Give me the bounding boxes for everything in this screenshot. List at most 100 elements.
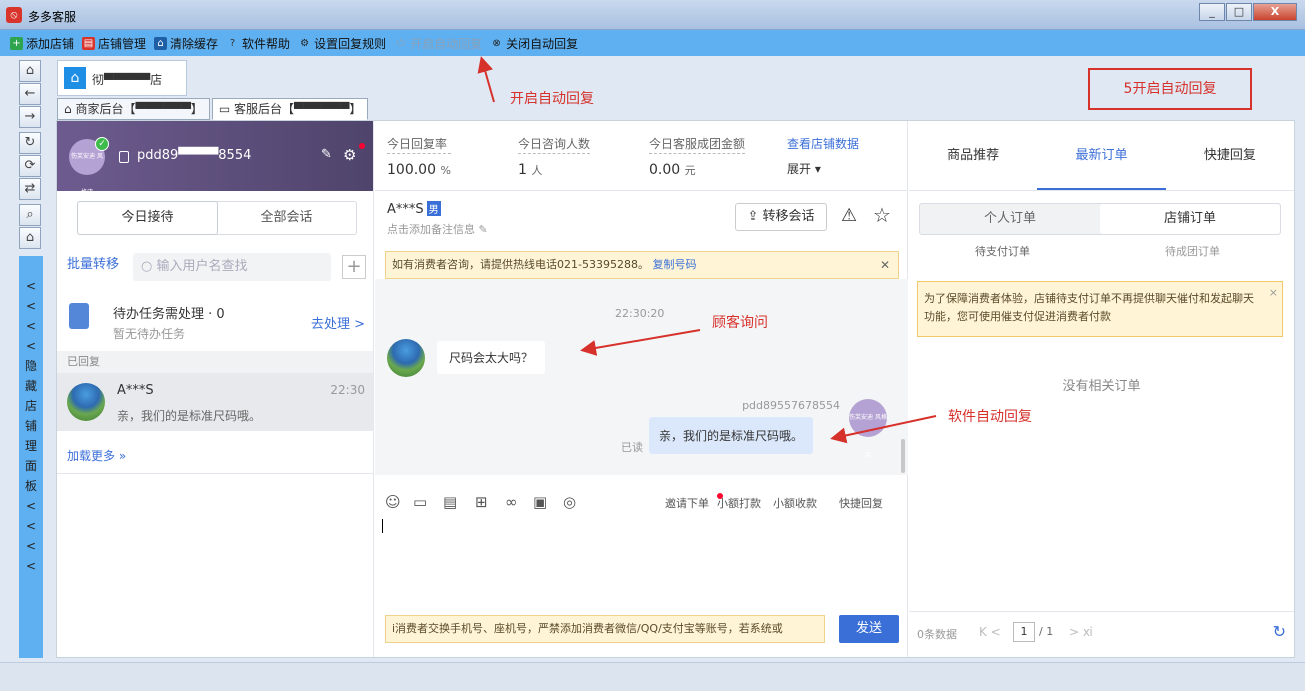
coupon-icon[interactable]: ⊞ xyxy=(475,493,488,511)
back-icon[interactable]: ← xyxy=(19,83,41,105)
sender-name: pdd89557678554 xyxy=(742,399,840,412)
tab-store-orders[interactable]: 店铺订单 xyxy=(1100,204,1280,234)
scrollbar[interactable] xyxy=(901,439,905,473)
tab-merchant-backend[interactable]: ⌂ 商家后台【▀▀▀▀▀▀】 xyxy=(57,98,210,120)
tab-all-sessions[interactable]: 全部会话 xyxy=(217,202,356,234)
pending-group-filter[interactable]: 待成团订单 xyxy=(1165,243,1220,259)
pending-payment-filter[interactable]: 待支付订单 xyxy=(975,243,1030,259)
gender-badge: 男 xyxy=(426,201,441,216)
tab-label: 客服后台【▀▀▀▀▀▀】 xyxy=(233,102,362,116)
menu-label: 关闭自动回复 xyxy=(506,36,579,51)
warning-icon[interactable]: ⚠ xyxy=(841,205,857,226)
gear-icon: ⚙ xyxy=(300,37,310,49)
task-document-icon xyxy=(69,303,89,329)
stat-label: 今日咨询人数 xyxy=(518,135,591,154)
store-tab[interactable]: ⌂ 彻▀▀▀▀▀店 xyxy=(57,60,187,96)
send-button[interactable]: 发送 xyxy=(839,615,899,643)
link-icon[interactable]: ∞ xyxy=(505,493,518,511)
batch-transfer-link[interactable]: 批量转移 xyxy=(67,253,119,272)
conversation-list-panel: 伤芙安迪 风格店 ✓ pdd89▀▀▀▀8554 ✎ ⚙ 今日接待 全部会话 批… xyxy=(57,121,374,657)
expand-toggle[interactable]: 展开 ▾ xyxy=(787,160,859,177)
tab-product-recommend[interactable]: 商品推荐 xyxy=(909,121,1037,190)
small-payout-action[interactable]: 小额打款 xyxy=(717,495,761,511)
input-warning-hint: i消费者交换手机号、座机号，严禁添加消费者微信/QQ/支付宝等账号，若系统或 xyxy=(385,615,825,643)
forward-icon[interactable]: → xyxy=(19,106,41,128)
tab-service-backend[interactable]: ▭ 客服后台【▀▀▀▀▀▀】 xyxy=(211,98,369,120)
message-input[interactable] xyxy=(382,519,383,533)
tab-quick-reply[interactable]: 快捷回复 xyxy=(1166,121,1294,190)
add-button[interactable]: + xyxy=(342,255,366,279)
add-store-menu[interactable]: + 添加店铺 xyxy=(10,35,74,52)
store-data-link[interactable]: 查看店铺数据 xyxy=(787,135,859,152)
swap-icon[interactable]: ⇄ xyxy=(19,178,41,200)
image-icon[interactable]: ▭ xyxy=(413,493,427,511)
invite-order-action[interactable]: 邀请下单 xyxy=(665,495,709,511)
refresh-icon[interactable]: ↻ xyxy=(19,132,41,154)
prev-page-icon[interactable]: K < xyxy=(979,625,1001,639)
go-process-link[interactable]: 去处理 > xyxy=(311,313,365,332)
account-header: 伤芙安迪 风格店 ✓ pdd89▀▀▀▀8554 ✎ ⚙ xyxy=(57,121,373,196)
home-icon[interactable]: ⌂ xyxy=(19,60,41,82)
maximize-button[interactable]: □ xyxy=(1226,3,1252,21)
main-panel: 伤芙安迪 风格店 ✓ pdd89▀▀▀▀8554 ✎ ⚙ 今日接待 全部会话 批… xyxy=(56,120,1295,658)
empty-orders-text: 没有相关订单 xyxy=(1062,379,1141,394)
annotation-step5: 5开启自动回复 xyxy=(1088,68,1252,110)
transfer-session-button[interactable]: ⇪ 转移会话 xyxy=(735,203,827,231)
session-time: 22:30 xyxy=(330,383,365,397)
record-count: 0条数据 xyxy=(917,628,957,641)
hide-panel-label: 隐藏店铺理面板 xyxy=(24,359,37,493)
menu-label: 软件帮助 xyxy=(242,36,291,51)
sync-icon[interactable]: ⟳ xyxy=(19,155,41,177)
stat-label: 今日回复率 xyxy=(387,135,451,154)
chat-customer-name: A***S xyxy=(387,202,424,217)
tip-text: 为了保障消费者体验，店铺待支付订单不再提供聊天催付和发起聊天功能，您可使用催支付… xyxy=(924,292,1254,323)
store-manage-menu[interactable]: ▤ 店铺管理 xyxy=(82,35,146,52)
close-icon[interactable]: × xyxy=(1269,284,1278,302)
refund-icon[interactable]: ◎ xyxy=(563,493,576,511)
product-card-icon[interactable]: ▤ xyxy=(443,493,457,511)
edit-icon[interactable]: ✎ xyxy=(321,147,332,162)
reply-rules-menu[interactable]: ⚙ 设置回复规则 xyxy=(298,35,386,52)
refresh-icon[interactable]: ↻ xyxy=(1273,622,1286,641)
hide-store-panel[interactable]: < < < < 隐藏店铺理面板 < < < < xyxy=(19,256,43,658)
agent-avatar: 伤芙安迪 风格店 xyxy=(849,399,887,459)
add-note-link[interactable]: 点击添加备注信息 ✎ xyxy=(387,221,488,237)
small-collect-action[interactable]: 小额收款 xyxy=(773,495,817,511)
star-icon[interactable]: ☆ xyxy=(873,203,891,227)
disable-auto-reply-menu[interactable]: ⊗ 关闭自动回复 xyxy=(490,35,578,52)
help-menu[interactable]: ? 软件帮助 xyxy=(226,35,290,52)
annotation-customer-ask: 顾客询问 xyxy=(712,315,768,331)
conversation-tabs: 今日接待 全部会话 xyxy=(77,201,357,235)
close-button[interactable]: X xyxy=(1253,3,1297,21)
quick-reply-action[interactable]: 快捷回复 xyxy=(839,495,883,511)
session-item[interactable]: A***S 22:30 亲，我们的是标准尺码哦。 xyxy=(57,373,373,431)
emoji-icon[interactable]: ☺ xyxy=(385,493,401,511)
settings-icon[interactable]: ⚙ xyxy=(343,146,356,164)
next-page-icon[interactable]: > ⅺ xyxy=(1069,625,1093,639)
home-outline-icon[interactable]: ⌂ xyxy=(19,227,41,249)
status-bar xyxy=(0,662,1305,691)
zoom-icon[interactable]: ⌕ xyxy=(19,204,41,226)
minimize-button[interactable]: _ xyxy=(1199,3,1225,21)
tab-personal-orders[interactable]: 个人订单 xyxy=(920,204,1100,234)
store-icon: ▤ xyxy=(82,36,96,50)
tab-today-reception[interactable]: 今日接待 xyxy=(77,201,218,235)
left-nav: ⌂ ← → ↻ ⟳ ⇄ ⌕ ⌂ < < < < 隐藏店铺理面板 < < < < xyxy=(19,60,43,658)
page-input[interactable]: 1 xyxy=(1013,622,1035,642)
enable-auto-reply-menu[interactable]: ⏻ 开启自动回复 xyxy=(394,35,482,52)
notification-dot xyxy=(359,143,365,149)
clear-cache-menu[interactable]: ⌂ 清除缓存 xyxy=(154,35,218,52)
input-toolbar: ☺ ▭ ▤ ⊞ ∞ ▣ ◎ 邀请下单 小额打款 小额收款 快捷回复 xyxy=(375,485,908,517)
search-icon: ○ xyxy=(141,259,157,274)
message-area: 22:30:20 尺码会太大吗？ pdd89557678554 已读 亲，我们的… xyxy=(375,279,908,475)
video-icon[interactable]: ▣ xyxy=(533,493,547,511)
close-icon[interactable]: ✕ xyxy=(880,252,890,278)
copy-number-link[interactable]: 复制号码 xyxy=(652,258,696,271)
tab-latest-orders[interactable]: 最新订单 xyxy=(1037,121,1166,190)
session-customer-name: A***S xyxy=(117,383,154,398)
user-search-input[interactable]: ○ 输入用户名查找 xyxy=(133,253,331,281)
notice-text: 如有消费者咨询，请提供热线电话021-53395288。 xyxy=(392,258,649,271)
auto-reply-message: 亲，我们的是标准尺码哦。 xyxy=(649,417,814,454)
payment-tip: 为了保障消费者体验，店铺待支付订单不再提供聊天催付和发起聊天功能，您可使用催支付… xyxy=(917,281,1283,337)
load-more-link[interactable]: 加载更多 » xyxy=(67,447,126,464)
